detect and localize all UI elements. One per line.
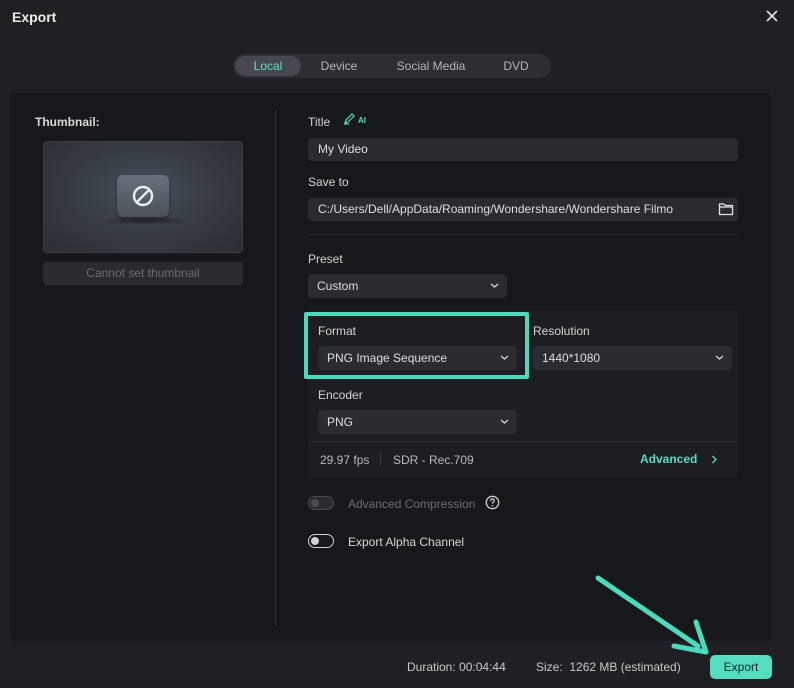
encoder-label: Encoder	[318, 388, 363, 402]
title-label: Title	[308, 115, 331, 129]
chevron-down-icon	[715, 355, 724, 360]
advanced-compression-label: Advanced Compression	[348, 497, 476, 511]
export-button[interactable]: Export	[710, 655, 772, 679]
export-alpha-label: Export Alpha Channel	[348, 535, 465, 549]
title-input[interactable]: My Video	[308, 138, 738, 161]
window-title: Export	[12, 9, 57, 25]
tab-local[interactable]: Local	[235, 56, 301, 76]
panel-divider	[275, 109, 276, 627]
set-thumbnail-button[interactable]: Cannot set thumbnail	[43, 262, 243, 285]
ai-pen-icon	[344, 113, 355, 125]
info-separator	[380, 452, 381, 466]
encoder-value: PNG	[327, 415, 354, 429]
chevron-down-icon	[490, 283, 499, 288]
section-divider	[308, 234, 738, 235]
chevron-down-icon	[500, 419, 509, 424]
save-to-path: C:/Users/Dell/AppData/Roaming/Wondershar…	[318, 202, 674, 216]
duration-text: Duration: 00:04:44	[407, 660, 506, 674]
tab-social-media[interactable]: Social Media	[377, 56, 485, 76]
no-symbol-icon	[117, 175, 169, 217]
encoder-select[interactable]: PNG	[318, 410, 517, 434]
fps-value: 29.97 fps	[320, 453, 370, 467]
resolution-value: 1440*1080	[542, 351, 601, 365]
save-to-label: Save to	[308, 175, 349, 189]
advanced-compression-toggle[interactable]	[308, 496, 334, 510]
advanced-label: Advanced	[640, 452, 698, 466]
help-icon[interactable]	[485, 495, 500, 513]
annotation-arrow	[595, 575, 709, 655]
ai-badge: AI	[358, 116, 366, 125]
info-divider	[310, 441, 736, 442]
size-text: Size: 1262 MB (estimated)	[536, 660, 681, 674]
export-tabs: Local Device Social Media DVD	[233, 54, 551, 78]
format-highlight-box	[304, 312, 529, 379]
thumbnail-label: Thumbnail:	[35, 115, 100, 129]
advanced-button[interactable]: Advanced	[640, 452, 718, 466]
save-to-input[interactable]: C:/Users/Dell/AppData/Roaming/Wondershar…	[308, 198, 738, 221]
resolution-select[interactable]: 1440*1080	[533, 346, 732, 370]
color-space-value: SDR - Rec.709	[393, 453, 474, 467]
resolution-label: Resolution	[533, 324, 590, 338]
close-icon[interactable]	[764, 8, 780, 24]
preset-value: Custom	[317, 279, 359, 293]
export-alpha-toggle[interactable]	[308, 534, 334, 548]
tab-dvd[interactable]: DVD	[485, 56, 547, 76]
preset-select[interactable]: Custom	[308, 274, 507, 298]
ai-title-button[interactable]: AI	[343, 113, 366, 125]
chevron-right-icon	[712, 455, 718, 463]
tab-device[interactable]: Device	[301, 56, 377, 76]
preset-label: Preset	[308, 252, 343, 266]
folder-icon[interactable]	[718, 202, 734, 219]
thumbnail-preview	[43, 141, 243, 253]
